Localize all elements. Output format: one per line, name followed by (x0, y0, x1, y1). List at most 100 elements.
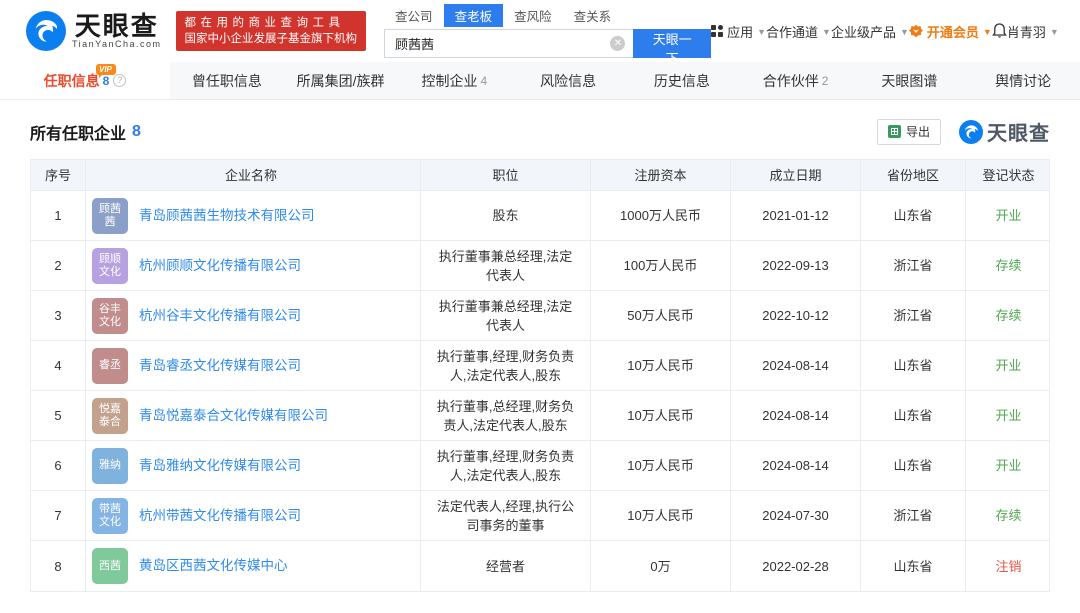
search-type-tabs: 查公司 查老板 查风险 查关系 (384, 4, 711, 27)
avatar-text: 文化 (99, 516, 121, 529)
chevron-down-icon: ▼ (757, 27, 766, 37)
company-cell: 顾顺文化 杭州顾顺文化传播有限公司 (86, 241, 421, 290)
province-cell: 浙江省 (861, 241, 966, 290)
row-index: 5 (31, 391, 86, 440)
avatar-text: 泰合 (99, 416, 121, 429)
excel-icon (888, 125, 901, 138)
tab-group-family[interactable]: 所属集团/族群 (284, 62, 398, 99)
avatar-text: 顾茜 (99, 203, 121, 216)
company-avatar: 带茜文化 (92, 498, 128, 534)
tab-public-opinion[interactable]: 舆情讨论 (966, 62, 1080, 99)
table-header-row: 序号 企业名称 职位 注册资本 成立日期 省份地区 登记状态 (31, 160, 1049, 191)
status-badge: 存续 (966, 241, 1051, 290)
search-button[interactable]: 天眼一下 (633, 29, 711, 58)
search-tab-risk[interactable]: 查风险 (503, 4, 563, 27)
date-cell: 2022-02-28 (731, 541, 861, 591)
status-badge: 存续 (966, 491, 1051, 540)
notification-bell[interactable] (992, 23, 1007, 39)
capital-cell: 100万人民币 (591, 241, 731, 290)
avatar-text: 谷丰 (99, 303, 121, 316)
status-badge: 存续 (966, 291, 1051, 340)
company-cell: 悦嘉泰合 青岛悦嘉泰合文化传媒有限公司 (86, 391, 421, 440)
table-row: 2 顾顺文化 杭州顾顺文化传播有限公司 执行董事兼总经理,法定代表人 100万人… (31, 241, 1049, 291)
username: 肖青羽 (1007, 22, 1046, 41)
capital-cell: 1000万人民币 (591, 191, 731, 240)
position-cell: 法定代表人,经理,执行公司事务的董事 (421, 491, 591, 540)
status-badge: 开业 (966, 441, 1051, 490)
company-link[interactable]: 青岛悦嘉泰合文化传媒有限公司 (139, 407, 328, 425)
position-cell: 股东 (421, 191, 591, 240)
col-header-index: 序号 (31, 160, 86, 190)
help-icon[interactable]: ? (113, 74, 126, 87)
chevron-down-icon: ▼ (983, 27, 992, 37)
search-value: 顾茜茜 (395, 34, 610, 53)
province-cell: 山东省 (861, 341, 966, 390)
capital-cell: 10万人民币 (591, 391, 731, 440)
promo-line1: 都在用的商业查询工具 (185, 15, 358, 31)
avatar-text: 西茜 (99, 560, 121, 573)
date-cell: 2022-09-13 (731, 241, 861, 290)
position-cell: 执行董事,总经理,财务负责人,法定代表人,股东 (421, 391, 591, 440)
company-avatar: 顾茜茜 (92, 198, 128, 234)
clear-icon[interactable]: ✕ (610, 36, 625, 51)
company-link[interactable]: 青岛顾茜茜生物技术有限公司 (139, 207, 315, 225)
chevron-down-icon: ▼ (1050, 27, 1059, 37)
company-link[interactable]: 青岛雅纳文化传媒有限公司 (139, 457, 301, 475)
status-badge: 开业 (966, 191, 1051, 240)
col-header-position: 职位 (421, 160, 591, 190)
company-link[interactable]: 杭州带茜文化传播有限公司 (139, 507, 301, 525)
date-cell: 2024-08-14 (731, 341, 861, 390)
tab-controlled-companies[interactable]: 控制企业4 (398, 62, 512, 99)
bell-icon (992, 23, 1007, 39)
capital-cell: 10万人民币 (591, 491, 731, 540)
avatar-text: 文化 (99, 266, 121, 279)
grid-icon (711, 25, 723, 37)
status-badge: 注销 (966, 541, 1051, 591)
company-link[interactable]: 杭州谷丰文化传播有限公司 (139, 307, 301, 325)
tab-risk-info[interactable]: 风险信息 (511, 62, 625, 99)
search-input[interactable]: 顾茜茜 ✕ (384, 29, 633, 58)
user-menu[interactable]: 肖青羽 ▼ (1007, 22, 1059, 41)
avatar-text: 茜 (105, 216, 116, 229)
tab-partners[interactable]: 合作伙伴2 (739, 62, 853, 99)
section-title: 所有任职企业 (30, 120, 126, 144)
date-cell: 2024-07-30 (731, 491, 861, 540)
chevron-down-icon: ▼ (822, 27, 831, 37)
nav-apps[interactable]: 应用▼ (711, 22, 766, 41)
export-button[interactable]: 导出 (877, 119, 941, 145)
company-cell: 顾茜茜 青岛顾茜茜生物技术有限公司 (86, 191, 421, 240)
nav-open-membership[interactable]: 开通会员▼ (909, 22, 992, 41)
tab-history-info[interactable]: 历史信息 (625, 62, 739, 99)
promo-line2: 国家中小企业发展子基金旗下机构 (185, 31, 358, 47)
table-body: 1 顾茜茜 青岛顾茜茜生物技术有限公司 股东 1000万人民币 2021-01-… (31, 191, 1049, 591)
province-cell: 山东省 (861, 441, 966, 490)
tab-graph[interactable]: 天眼图谱 (853, 62, 967, 99)
tab-past-positions[interactable]: 曾任职信息 (170, 62, 284, 99)
company-link[interactable]: 黄岛区西茜文化传媒中心 (139, 557, 288, 575)
table-row: 1 顾茜茜 青岛顾茜茜生物技术有限公司 股东 1000万人民币 2021-01-… (31, 191, 1049, 241)
company-link[interactable]: 杭州顾顺文化传播有限公司 (139, 257, 301, 275)
capital-cell: 50万人民币 (591, 291, 731, 340)
position-cell: 执行董事,经理,财务负责人,法定代表人,股东 (421, 441, 591, 490)
profile-tab-bar: VIP 任职信息 8 ? 曾任职信息 所属集团/族群 控制企业4 风险信息 历史… (0, 62, 1080, 100)
tianyancha-logo[interactable]: 天眼查 TianYanCha.com (26, 11, 162, 51)
nav-partner-channel[interactable]: 合作通道▼ (766, 22, 831, 41)
company-link[interactable]: 青岛睿丞文化传媒有限公司 (139, 357, 301, 375)
swirl-icon (26, 11, 66, 51)
company-avatar: 西茜 (92, 548, 128, 584)
tab-position-info[interactable]: VIP 任职信息 8 ? (0, 62, 170, 99)
search-tab-relation[interactable]: 查关系 (563, 4, 623, 27)
row-index: 6 (31, 441, 86, 490)
table-row: 7 带茜文化 杭州带茜文化传播有限公司 法定代表人,经理,执行公司事务的董事 1… (31, 491, 1049, 541)
search-area: 查公司 查老板 查风险 查关系 顾茜茜 ✕ 天眼一下 (384, 4, 711, 58)
swirl-icon (959, 120, 983, 144)
search-tab-boss[interactable]: 查老板 (444, 4, 504, 27)
position-cell: 经营者 (421, 541, 591, 591)
nav-enterprise-products[interactable]: 企业级产品▼ (831, 22, 909, 41)
vip-badge: VIP (96, 64, 116, 75)
search-tab-company[interactable]: 查公司 (384, 4, 444, 27)
positions-table: 序号 企业名称 职位 注册资本 成立日期 省份地区 登记状态 1 顾茜茜 青岛顾… (30, 159, 1050, 592)
company-avatar: 悦嘉泰合 (92, 398, 128, 434)
company-cell: 雅纳 青岛雅纳文化传媒有限公司 (86, 441, 421, 490)
date-cell: 2024-08-14 (731, 441, 861, 490)
